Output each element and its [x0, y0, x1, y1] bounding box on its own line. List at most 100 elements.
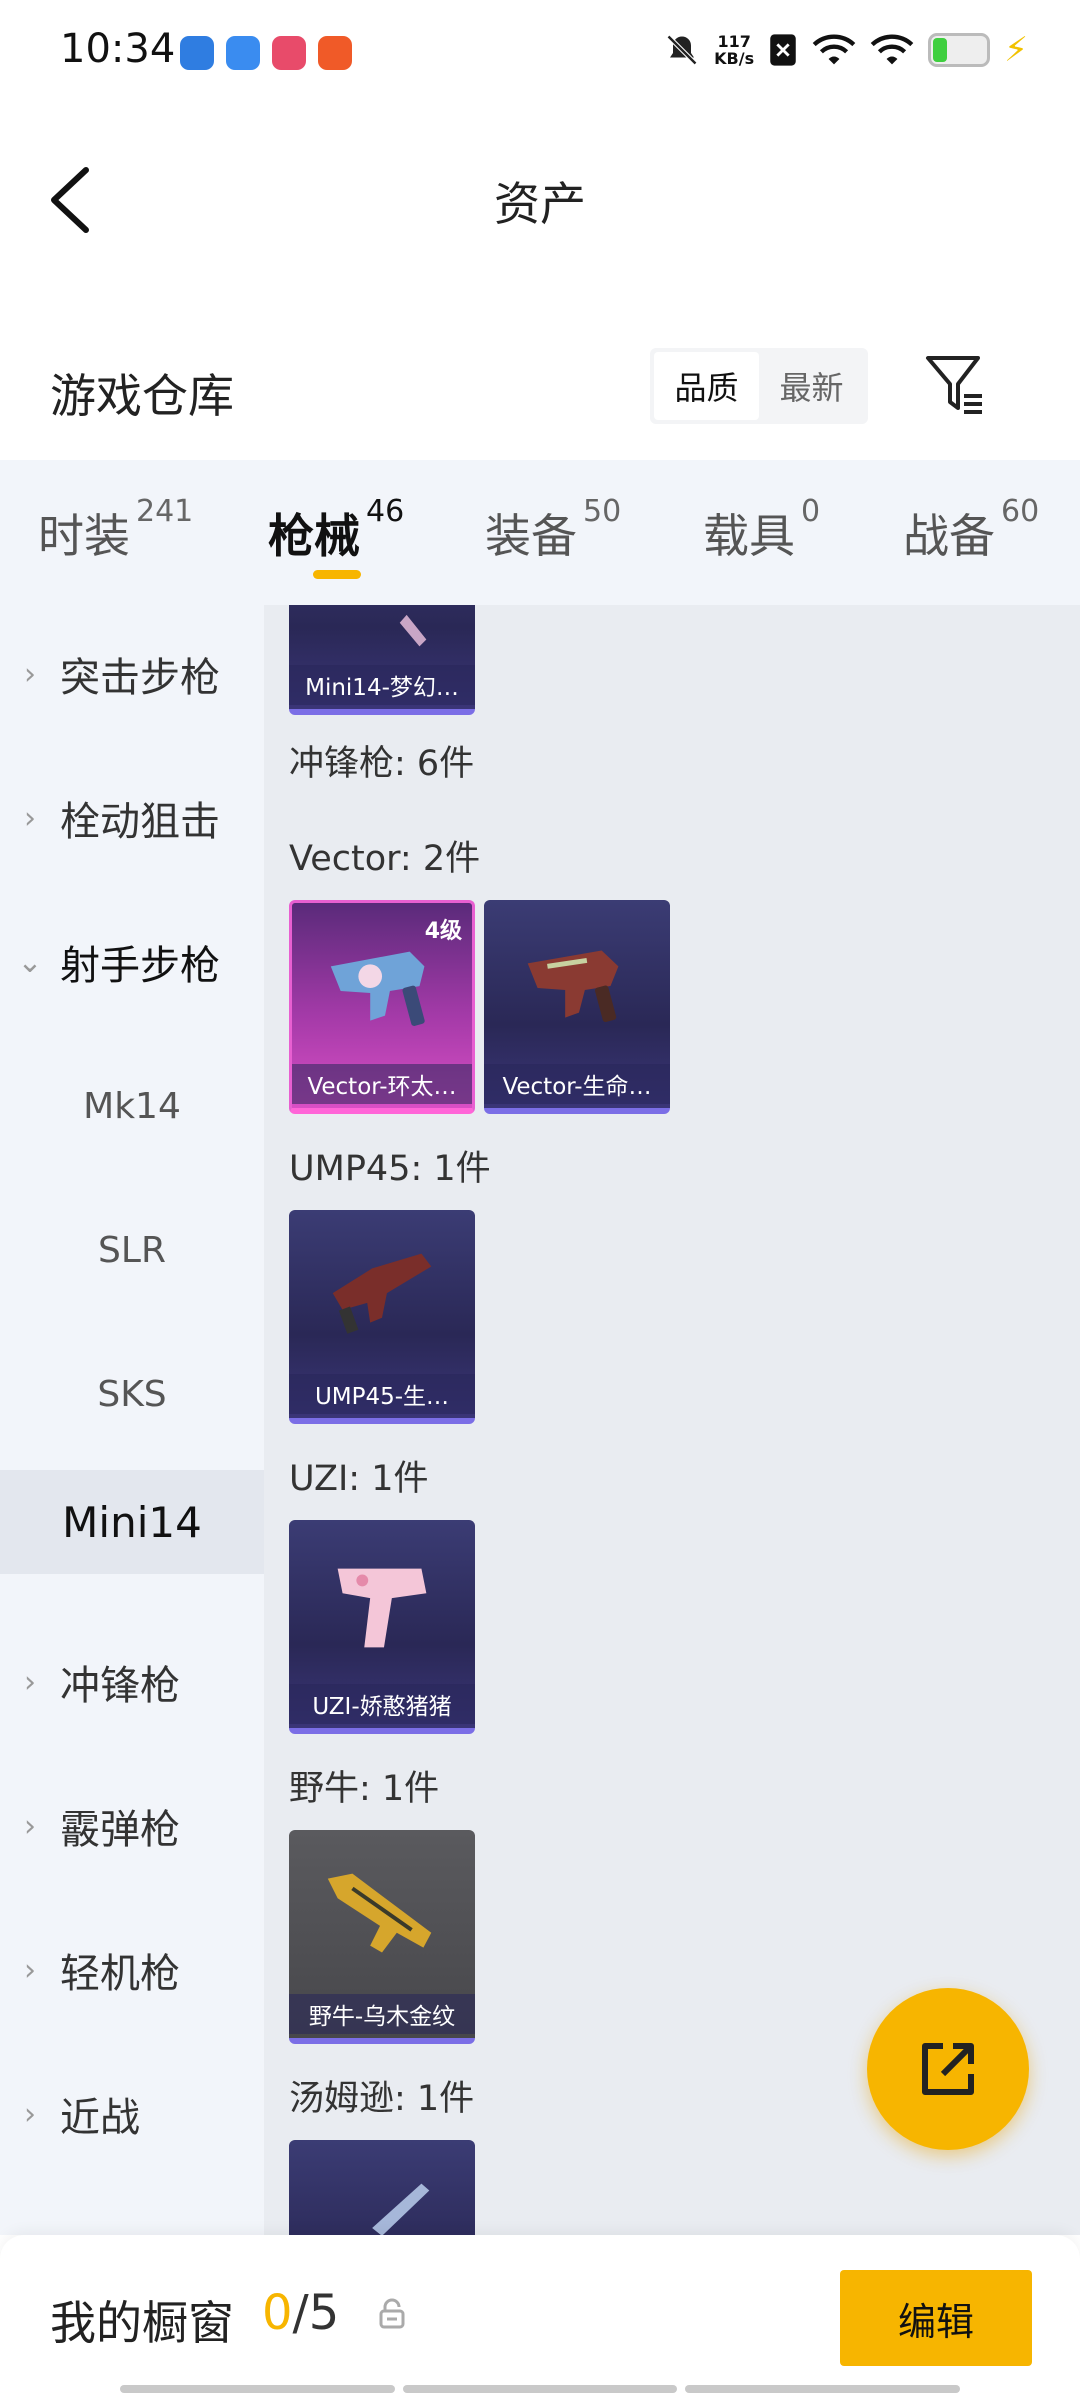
weapon-icon	[372, 2183, 430, 2235]
wifi-icon	[812, 34, 856, 65]
tab-label: 装备	[485, 509, 577, 563]
filter-button[interactable]	[920, 350, 990, 420]
battery-icon	[928, 33, 991, 67]
sidebar-item-melee[interactable]: › 近战	[0, 2064, 264, 2164]
weapon-icon	[330, 951, 425, 1026]
page-header: 资产	[0, 140, 1080, 260]
tab-count: 46	[366, 494, 405, 529]
chevron-right-icon: ›	[24, 1808, 36, 1844]
app-notification-icon	[318, 36, 352, 70]
item-card-label: UMP45-生…	[289, 1374, 475, 1414]
group-label: UZI: 1件	[289, 1459, 429, 1499]
item-card[interactable]	[289, 2140, 475, 2235]
status-icons: 117 KB/s ⚡	[664, 30, 1028, 70]
chevron-right-icon: ›	[24, 2096, 36, 2132]
group-label: UMP45: 1件	[289, 1149, 491, 1189]
chevron-right-icon: ›	[24, 1952, 36, 1988]
sidebar-item-label: 近战	[60, 2095, 140, 2141]
group-label: 野牛: 1件	[289, 1769, 440, 1809]
sort-quality-option[interactable]: 品质	[654, 352, 759, 420]
status-time: 10:34	[60, 26, 176, 72]
sort-newest-option[interactable]: 最新	[759, 352, 864, 420]
level-badge: 4级	[424, 919, 462, 944]
sidebar-item-label: 冲锋枪	[60, 1663, 180, 1709]
sidebar-subitem-mini14[interactable]: Mini14	[0, 1470, 264, 1574]
weapon-icon	[327, 1873, 432, 1953]
share-external-icon	[922, 2043, 974, 2095]
showcase-total: /5	[292, 2285, 340, 2341]
item-card[interactable]: UZI-娇憨猪猪	[289, 1520, 475, 1734]
weapon-icon	[527, 950, 619, 1023]
chevron-right-icon: ›	[24, 1664, 36, 1700]
item-card-label: Vector-生命…	[484, 1064, 670, 1104]
item-card-label: UZI-娇憨猪猪	[289, 1684, 475, 1724]
status-bar: 10:34 117 KB/s ⚡	[0, 0, 1080, 100]
page-title: 资产	[494, 177, 586, 231]
sidebar-item-label: Mk14	[83, 1085, 181, 1127]
sidebar-item-label: SKS	[97, 1373, 167, 1415]
net-speed: 117 KB/s	[714, 32, 755, 68]
edit-button[interactable]: 编辑	[840, 2270, 1032, 2366]
sidebar-subitem-mk14[interactable]: Mk14	[0, 1056, 264, 1156]
sidebar-item-label: 突击步枪	[60, 655, 220, 701]
category-count-label: 冲锋枪: 6件	[289, 744, 475, 784]
sidebar-item-label: Mini14	[62, 1497, 202, 1547]
charging-icon: ⚡	[1004, 30, 1028, 70]
tab-vehicles[interactable]: 载具 0	[703, 494, 820, 566]
tab-label: 载具	[703, 509, 795, 563]
showcase-label: 我的橱窗	[50, 2296, 234, 2350]
tab-label: 战备	[903, 509, 995, 563]
sort-toggle: 品质 最新	[650, 348, 868, 424]
sidebar-item-label: SLR	[98, 1229, 166, 1271]
active-tab-indicator	[313, 570, 361, 579]
weapon-icon	[332, 1253, 432, 1334]
warehouse-title: 游戏仓库	[50, 369, 234, 423]
tab-firearms[interactable]: 枪械 46	[268, 494, 404, 566]
tab-count: 50	[583, 494, 622, 529]
mute-icon	[667, 34, 698, 66]
sidebar-item-label: 轻机枪	[60, 1951, 180, 1997]
filter-icon	[926, 356, 982, 414]
sidebar-item-marksman-rifle[interactable]: ⌄ 射手步枪	[0, 912, 264, 1012]
item-card-label: Vector-环太…	[292, 1064, 472, 1104]
tab-label: 枪械	[268, 509, 360, 563]
app-notification-icon	[180, 36, 214, 70]
showcase-bar: 我的橱窗 0/5 编辑	[0, 2235, 1080, 2400]
sim-icon	[770, 34, 796, 66]
item-card[interactable]: 4级 Vector-环太…	[289, 900, 475, 1114]
sidebar-item-label: 射手步枪	[60, 943, 220, 989]
sidebar: › 突击步枪 › 栓动狙击 ⌄ 射手步枪 Mk14 SLR SKS Mini14 › 冲…	[0, 605, 264, 2235]
item-card[interactable]: Mini14-梦幻…	[289, 605, 475, 715]
wifi-icon	[870, 34, 914, 65]
showcase-count: 0/5	[262, 2285, 339, 2341]
sidebar-item-smg[interactable]: › 冲锋枪	[0, 1632, 264, 1732]
app-notification-icon	[226, 36, 260, 70]
tab-costume[interactable]: 时装 241	[38, 494, 193, 566]
tab-equipment[interactable]: 装备 50	[485, 494, 621, 566]
sidebar-subitem-sks[interactable]: SKS	[0, 1344, 264, 1444]
sidebar-item-label: 栓动狙击	[60, 799, 220, 845]
sidebar-item-assault-rifle[interactable]: › 突击步枪	[0, 624, 264, 724]
sidebar-subitem-slr[interactable]: SLR	[0, 1200, 264, 1300]
category-tabs: 时装 241 枪械 46 装备 50 载具 0 战备 60	[0, 460, 1080, 605]
tab-battle-prep[interactable]: 战备 60	[903, 494, 1039, 566]
sidebar-item-label: 霰弹枪	[60, 1807, 180, 1853]
sidebar-item-lmg[interactable]: › 轻机枪	[0, 1920, 264, 2020]
tab-label: 时装	[38, 509, 130, 563]
weapon-icon	[399, 614, 427, 647]
tab-count: 60	[1001, 494, 1040, 529]
chevron-down-icon: ⌄	[17, 944, 43, 980]
tab-count: 0	[801, 494, 821, 529]
item-card-label: 野牛-乌木金纹	[289, 1994, 475, 2034]
item-card[interactable]: 野牛-乌木金纹	[289, 1830, 475, 2044]
item-card-label: Mini14-梦幻…	[289, 665, 475, 705]
group-label: 汤姆逊: 1件	[289, 2079, 475, 2119]
sidebar-item-shotgun[interactable]: › 霰弹枪	[0, 1776, 264, 1876]
item-card[interactable]: Vector-生命…	[484, 900, 670, 1114]
lock-icon	[379, 2298, 405, 2329]
share-button[interactable]	[867, 1988, 1029, 2150]
chevron-right-icon: ›	[24, 800, 36, 836]
item-card[interactable]: UMP45-生…	[289, 1210, 475, 1424]
sidebar-item-bolt-sniper[interactable]: › 栓动狙击	[0, 768, 264, 868]
group-label: Vector: 2件	[289, 839, 481, 879]
